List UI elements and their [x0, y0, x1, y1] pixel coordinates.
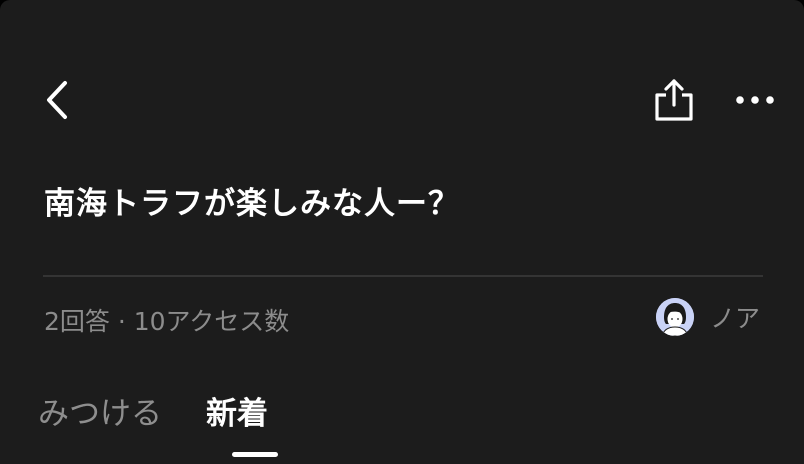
divider: [43, 275, 763, 277]
tab-discover[interactable]: みつける: [38, 388, 162, 433]
author-name: ノア: [709, 304, 760, 333]
selected-tab-indicator: [232, 452, 278, 457]
share-icon: [655, 79, 693, 121]
question-meta: 2回答 · 10アクセス数 ノア: [44, 298, 760, 340]
question-title: 南海トラフが楽しみな人ー？: [44, 186, 460, 222]
chevron-left-icon: [47, 81, 67, 119]
question-screen: 南海トラフが楽しみな人ー？ 2回答 · 10アクセス数 ノア みつける 新着: [0, 0, 804, 464]
answer-access-stats: 2回答 · 10アクセス数: [44, 307, 290, 336]
user-avatar-icon: [655, 298, 694, 336]
top-bar: [0, 70, 804, 130]
share-button[interactable]: [650, 76, 698, 124]
back-button[interactable]: [36, 78, 80, 122]
more-options-button[interactable]: [730, 80, 780, 120]
more-horizontal-icon: [736, 96, 774, 104]
tab-new[interactable]: 新着: [206, 388, 268, 433]
tab-bar: みつける 新着: [38, 388, 268, 433]
author-profile[interactable]: ノア: [655, 298, 760, 336]
